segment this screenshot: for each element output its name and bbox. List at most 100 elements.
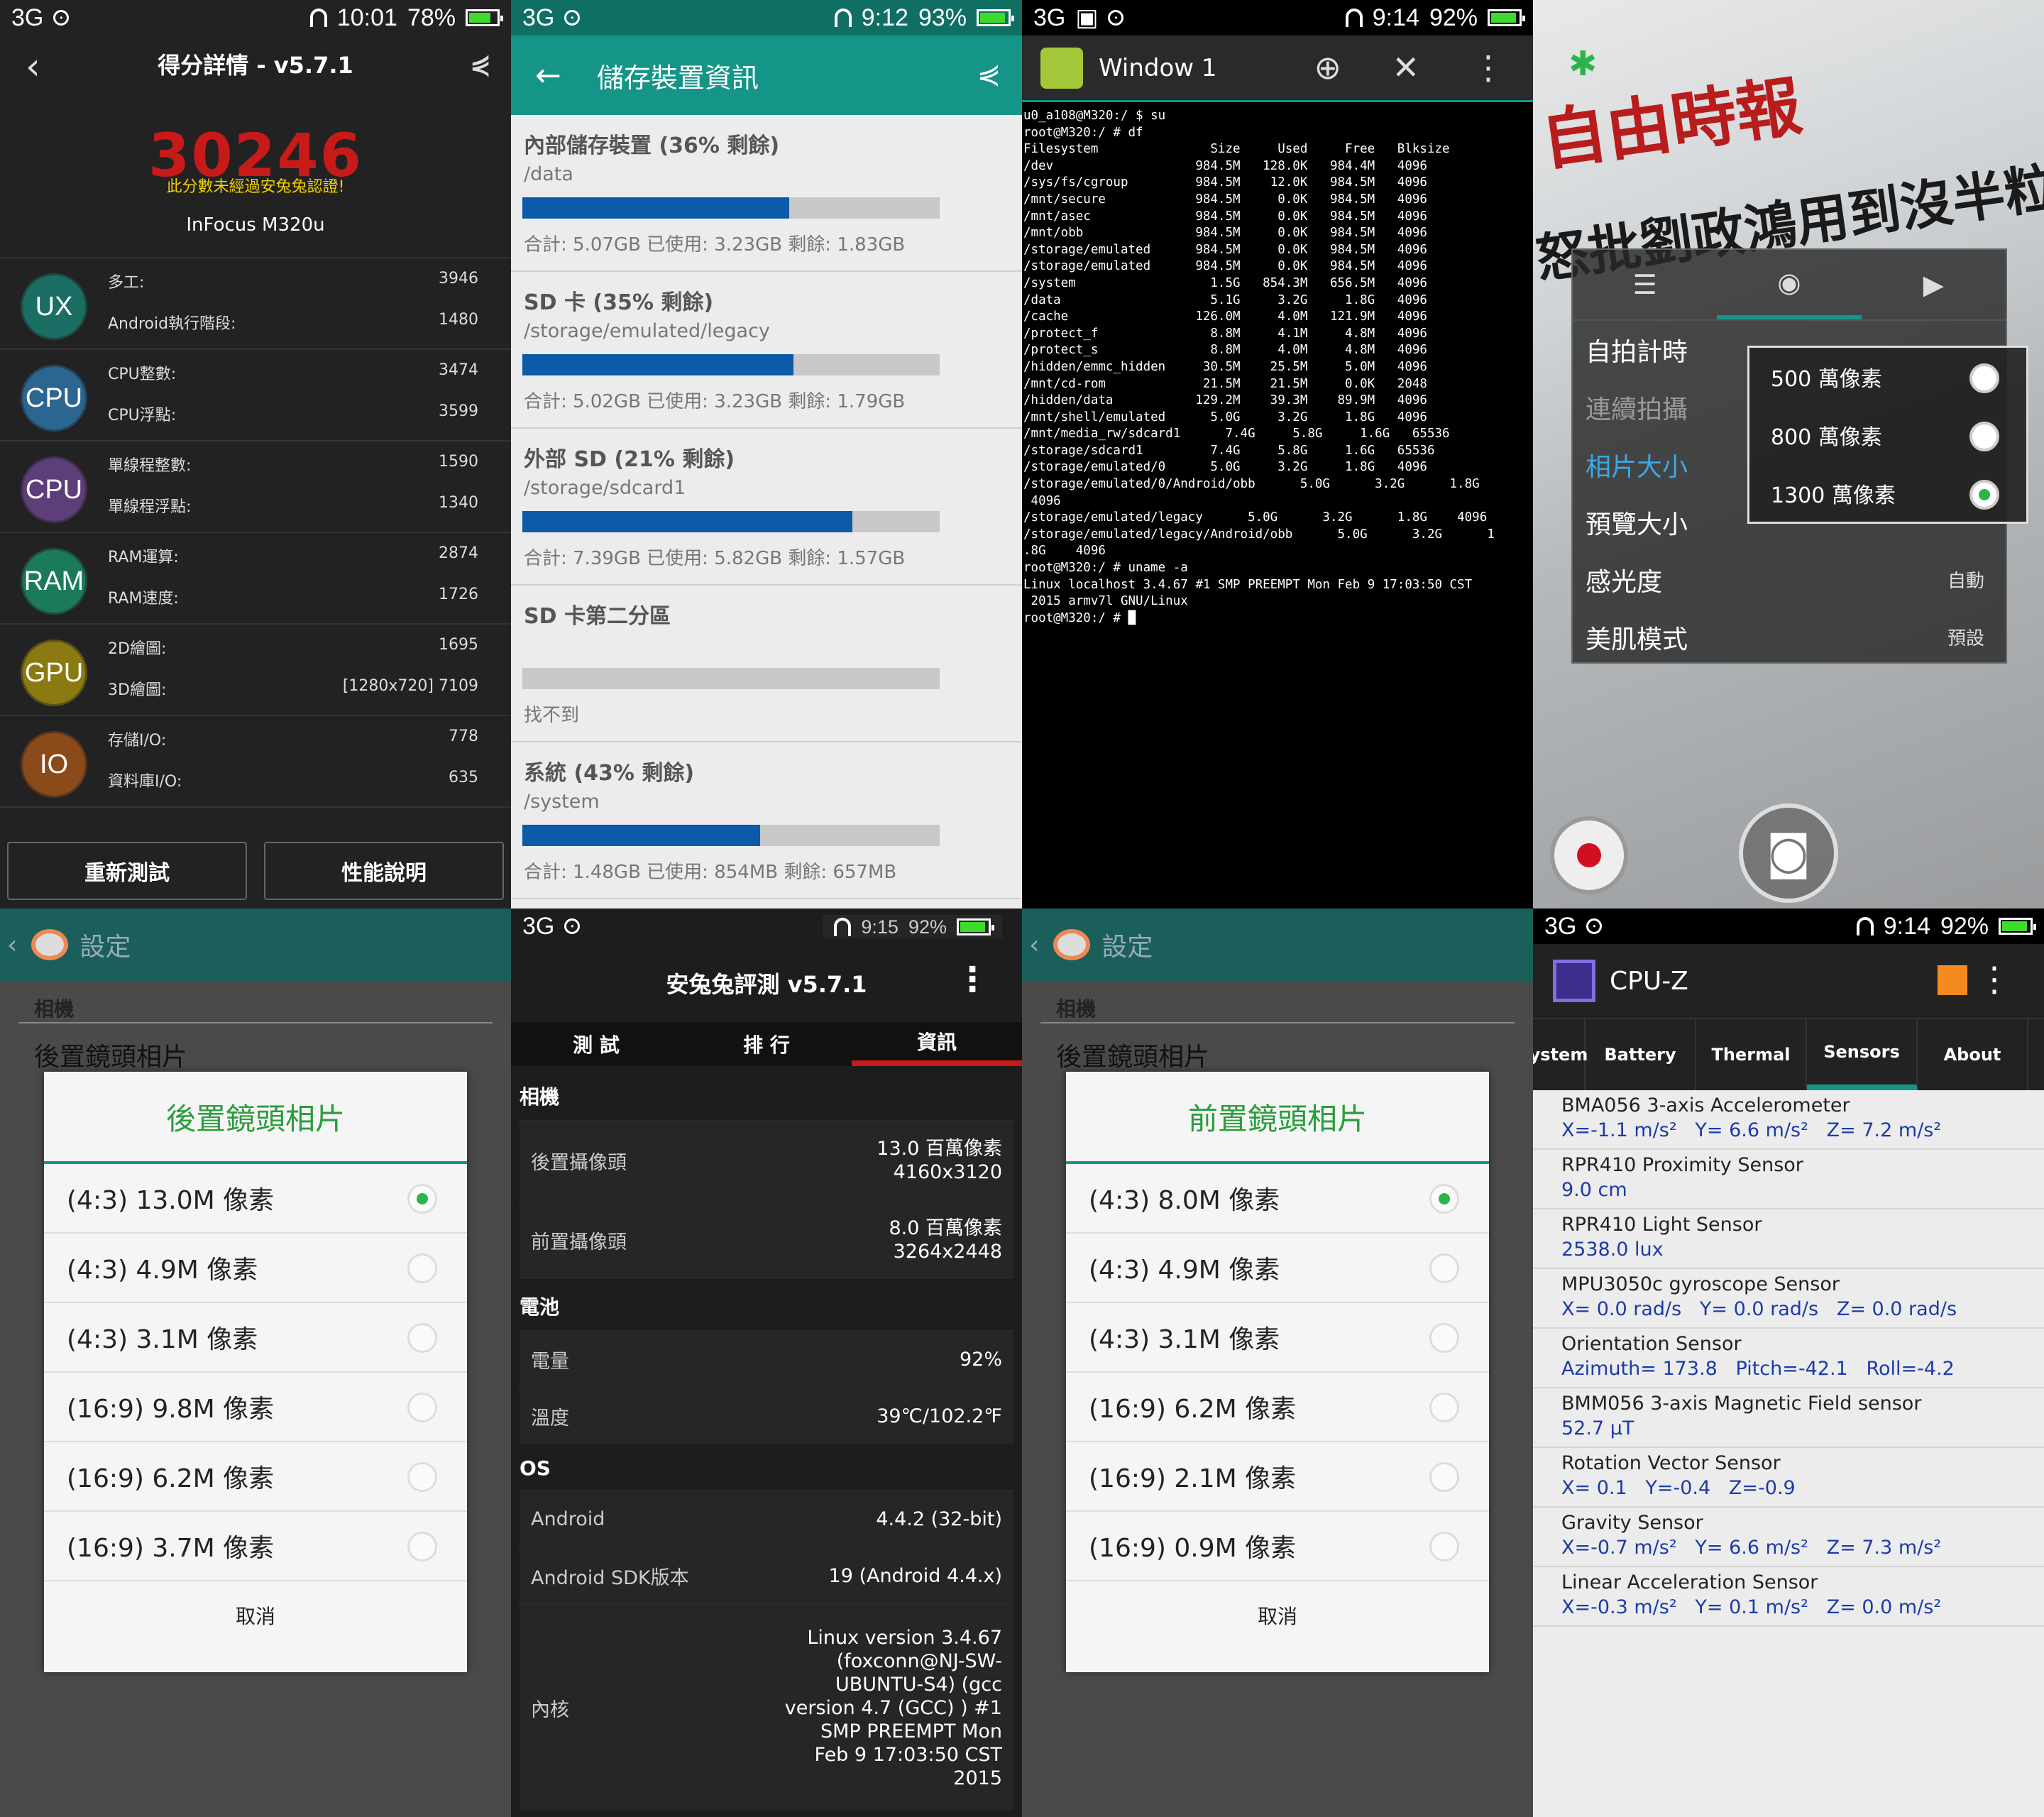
share-icon[interactable]: ⋞ [470,50,491,79]
resolution-option[interactable]: (16:9) 3.7M 像素 [44,1512,467,1581]
share-icon[interactable]: ⋞ [977,58,1001,91]
retest-button[interactable]: 重新測試 [7,842,247,900]
headphone-icon [1345,9,1363,27]
info-value: 13.0 百萬像素 4160x3120 [877,1138,1002,1183]
tab[interactable]: 資訊 [852,1022,1022,1066]
score-value: 778 [449,728,478,745]
radio-button[interactable] [1429,1253,1459,1283]
storage-path: /system [524,791,600,813]
radio-button[interactable] [407,1184,437,1214]
score-item: CPU浮點: 3599 [108,402,478,425]
photo-size-option[interactable]: 500 萬像素 [1749,348,2026,406]
radio-button[interactable] [407,1393,437,1422]
network-indicator: 3G [1033,4,1066,31]
general-settings-tab[interactable]: ☰ [1573,250,1717,319]
overflow-menu-icon[interactable]: ⋮ [955,960,989,999]
overflow-menu-icon[interactable]: ⋮ [1977,960,2011,999]
tab[interactable]: 排 行 [681,1022,852,1066]
radio-button[interactable] [407,1532,437,1561]
close-window-icon[interactable]: ✕ [1392,48,1419,87]
storage-path: /storage/emulated/legacy [524,320,770,342]
tab[interactable]: Sensors [1807,1019,1918,1090]
info-row: 內核 Linux version 3.4.67 (foxconn@NJ-SW- U… [520,1603,1013,1811]
app-title: CPU-Z [1610,966,1688,996]
menu-item[interactable]: 感光度 自動 [1573,551,2006,608]
status-bar: 3G • 10:01 78% [0,0,511,35]
new-window-icon[interactable]: ⊕ [1314,48,1341,87]
window-selector[interactable]: Window 1 [1099,54,1217,82]
settings-gear-icon[interactable]: ✱ [1568,44,1597,84]
title-bar: ‹ 得分詳情 - v5.7.1 ⋞ [0,35,511,92]
score-value: 3599 [439,402,478,420]
record-button[interactable] [1550,816,1628,894]
radio-button[interactable] [1429,1532,1459,1561]
score-item: 資料庫I/O: 635 [108,769,478,791]
resolution-option[interactable]: (16:9) 6.2M 像素 [44,1442,467,1512]
photo-size-option[interactable]: 1300 萬像素 [1749,464,2026,522]
radio-button[interactable] [407,1323,437,1353]
resolution-option[interactable]: (16:9) 9.8M 像素 [44,1373,467,1442]
score-item: 單線程整數: 1590 [108,453,478,476]
radio-button[interactable] [1429,1393,1459,1422]
resolution-option[interactable]: (4:3) 4.9M 像素 [1066,1234,1489,1303]
sensor-name: RPR410 Proximity Sensor [1561,1154,1803,1176]
photo-settings-tab[interactable]: ◉ [1717,250,1862,319]
radio-button[interactable] [1429,1184,1459,1214]
score-row: RAM RAM運算: 2874 RAM速度: 1726 [0,533,511,625]
radio-button[interactable] [1429,1462,1459,1492]
storage-card: 外部 SD (21% 剩餘) /storage/sdcard1 合計: 7.39GB… [511,429,1022,586]
radio-button[interactable] [1429,1323,1459,1353]
performance-info-button[interactable]: 性能說明 [264,842,504,900]
resolution-option[interactable]: (16:9) 2.1M 像素 [1066,1442,1489,1512]
radio-button[interactable] [407,1253,437,1283]
storage-summary: 找不到 [524,705,580,726]
radio-button[interactable] [407,1462,437,1492]
radio-button[interactable] [1969,363,1999,393]
terminal-output[interactable]: u0_a108@M320:/ $ su root@M320:/ # df Fil… [1022,102,1533,627]
cancel-button[interactable]: 取消 [1066,1581,1489,1649]
score-value: 3946 [439,270,478,287]
info-label: 後置攝像頭 [531,1151,627,1174]
score-value: 3474 [439,361,478,379]
info-value: 8.0 百萬像素 3264x2448 [889,1217,1002,1263]
storage-summary: 合計: 1.48GB 已使用: 854MB 剩餘: 657MB [524,862,897,883]
tab[interactable]: Thermal [1696,1019,1807,1090]
resolution-option[interactable]: (4:3) 3.1M 像素 [44,1303,467,1373]
option-label: (4:3) 4.9M 像素 [1089,1256,1280,1285]
radio-button[interactable] [1969,422,1999,451]
shutter-button[interactable]: ◙ [1739,803,1838,903]
setting-item[interactable]: 後置鏡頭相片 [1056,1036,1209,1073]
cancel-button[interactable]: 取消 [44,1581,467,1649]
setting-item[interactable]: 後置鏡頭相片 [34,1036,187,1073]
battery-icon [957,918,994,935]
option-label: 500 萬像素 [1771,367,1882,392]
video-settings-tab[interactable]: ▶ [1862,250,2006,319]
tab[interactable]: 測 試 [511,1022,681,1066]
network-indicator: 3G [11,4,44,31]
tab[interactable]: About [1918,1019,2028,1090]
score-value: 1695 [439,636,478,654]
resolution-option[interactable]: (4:3) 4.9M 像素 [44,1234,467,1303]
back-icon[interactable]: ‹ [26,45,40,88]
resolution-option[interactable]: (4:3) 3.1M 像素 [1066,1303,1489,1373]
resolution-option[interactable]: (16:9) 0.9M 像素 [1066,1512,1489,1581]
app-icon [31,929,69,960]
resolution-option[interactable]: (16:9) 6.2M 像素 [1066,1373,1489,1442]
overflow-menu-icon[interactable]: ⋮ [1472,48,1505,87]
section-header: OS [520,1456,551,1480]
resolution-option[interactable]: (4:3) 8.0M 像素 [1066,1164,1489,1234]
usage-fill [522,354,794,375]
radio-button[interactable] [1969,480,1999,510]
menu-item[interactable]: 美肌模式 預設 [1573,608,2006,666]
tab[interactable]: ystem [1533,1019,1588,1090]
resolution-dialog: 前置鏡頭相片 (4:3) 8.0M 像素 (4:3) 4.9M 像素 (4:3) 3… [1066,1072,1489,1672]
back-icon[interactable]: ‹ [7,931,17,960]
tab[interactable]: Battery [1586,1019,1696,1090]
back-icon[interactable]: ‹ [1029,931,1039,960]
option-label: (16:9) 6.2M 像素 [1089,1395,1297,1424]
resolution-option[interactable]: (4:3) 13.0M 像素 [44,1164,467,1234]
trophy-icon[interactable] [1938,965,1967,995]
sensor-value: X= 0.1 Y=-0.4 Z=-0.9 [1561,1477,1796,1499]
back-arrow-icon[interactable]: ← [535,57,561,94]
photo-size-option[interactable]: 800 萬像素 [1749,406,2026,464]
